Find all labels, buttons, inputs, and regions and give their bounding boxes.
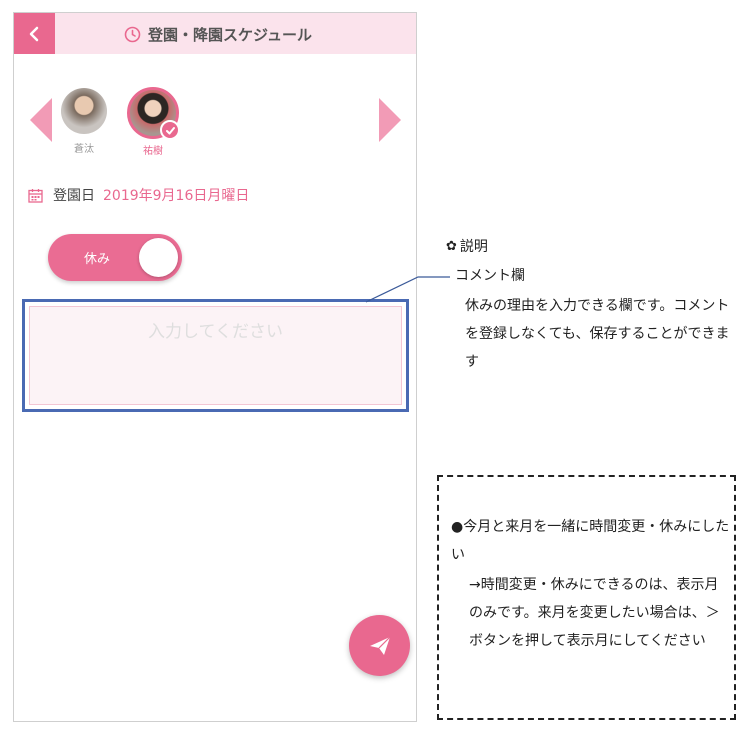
calendar-icon xyxy=(28,188,43,203)
chevron-left-icon xyxy=(29,26,38,41)
flower-icon: ✿ xyxy=(446,238,457,254)
annotation-body: 休みの理由を入力できる欄です。コメントを登録しなくても、保存することができます xyxy=(465,298,730,370)
page-title: 登園・降園スケジュール xyxy=(124,23,312,45)
next-child-arrow-icon[interactable] xyxy=(379,98,401,142)
date-row: 登園日 2019年9月16日月曜日 xyxy=(28,185,249,205)
annotation-heading: ✿ 説明 xyxy=(446,236,488,256)
faq-question: ●今月と来月を一緒に時間変更・休みにしたい xyxy=(451,519,730,563)
child-name: 蒼汰 xyxy=(74,144,94,155)
absence-toggle-label: 休み xyxy=(84,252,111,267)
annotation-heading-text: 説明 xyxy=(459,239,488,255)
toggle-knob[interactable] xyxy=(139,238,178,277)
phone-screen: 登園・降園スケジュール 蒼汰 祐樹 登園日 2019年9月16日月曜日 休み 入… xyxy=(13,12,417,722)
faq-box: ●今月と来月を一緒に時間変更・休みにしたい →時間変更・休みにできるのは、表示月… xyxy=(437,475,736,720)
clock-icon xyxy=(124,26,141,42)
avatar xyxy=(61,88,107,134)
child-item-2[interactable]: 祐樹 xyxy=(127,87,180,157)
prev-child-arrow-icon[interactable] xyxy=(30,98,52,142)
back-button[interactable] xyxy=(14,13,55,54)
annotation-title: コメント欄 xyxy=(455,268,525,284)
send-icon xyxy=(369,636,390,655)
page-title-text: 登園・降園スケジュール xyxy=(148,25,312,44)
date-value: 2019年9月16日月曜日 xyxy=(103,188,250,204)
date-label: 登園日 xyxy=(53,188,95,204)
child-item-1[interactable]: 蒼汰 xyxy=(60,88,108,155)
faq-answer: →時間変更・休みにできるのは、表示月のみです。来月を変更したい場合は、＞ボタンを… xyxy=(469,577,720,649)
send-button[interactable] xyxy=(349,615,410,676)
comment-highlight-frame xyxy=(22,299,409,412)
absence-toggle[interactable]: 休み xyxy=(48,234,182,281)
child-name: 祐樹 xyxy=(143,146,163,157)
avatar xyxy=(127,87,180,140)
app-header: 登園・降園スケジュール xyxy=(14,13,416,54)
check-icon xyxy=(160,120,180,140)
comment-input[interactable] xyxy=(29,306,402,405)
